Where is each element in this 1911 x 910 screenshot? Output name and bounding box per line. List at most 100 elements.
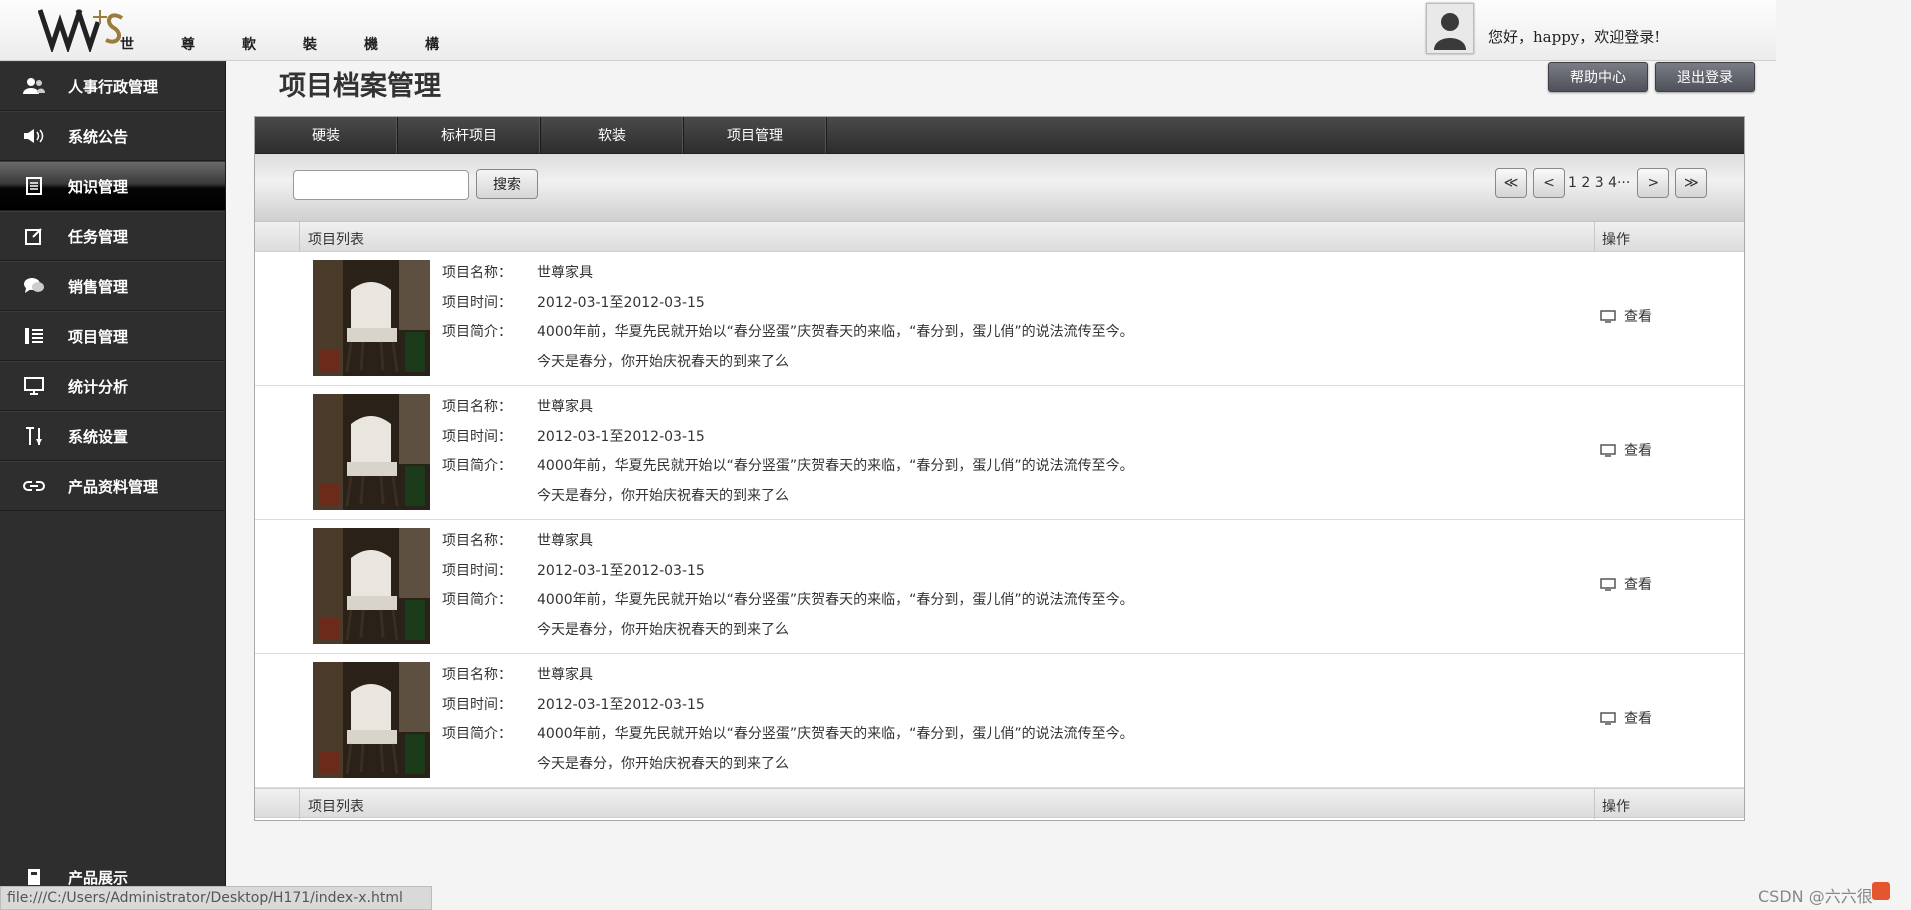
monitor-small-icon [1600, 711, 1616, 725]
sidebar-item-sales[interactable]: 销售管理 [0, 261, 225, 311]
project-panel: 硬装 标杆项目 软装 项目管理 搜索 ≪ < 1 2 3 4··· > ≫ 项目… [254, 116, 1745, 821]
project-name: 世尊家具 [537, 265, 593, 281]
monitor-small-icon [1600, 577, 1616, 591]
tab-bar: 硬装 标杆项目 软装 项目管理 [255, 117, 1744, 154]
toolbar: 搜索 ≪ < 1 2 3 4··· > ≫ [255, 154, 1744, 222]
logo-char: 構 [425, 37, 439, 53]
sidebar-item-settings[interactable]: 系统设置 [0, 411, 225, 461]
divider [1594, 222, 1595, 252]
list-header-action: 操作 [1602, 232, 1630, 248]
last-page-button[interactable]: ≫ [1675, 168, 1708, 198]
view-button[interactable]: 查看 [1600, 306, 1652, 326]
project-name: 世尊家具 [537, 533, 593, 549]
greeting-text: 您好，happy，欢迎登录! [1488, 28, 1661, 46]
edit-icon [0, 227, 68, 245]
browser-status-url: file:///C:/Users/Administrator/Desktop/H… [0, 886, 432, 910]
tab-project-management[interactable]: 项目管理 [684, 117, 827, 153]
project-intro-label: 项目简介： [442, 324, 512, 340]
prev-page-button[interactable]: < [1533, 168, 1565, 198]
project-thumbnail[interactable] [313, 528, 430, 644]
project-intro-line2: 今天是春分，你开始庆祝春天的到来了么 [537, 354, 789, 370]
view-label: 查看 [1624, 443, 1652, 459]
project-intro-label: 项目简介： [442, 458, 512, 474]
sidebar-item-label: 销售管理 [68, 277, 129, 296]
logo-char: 機 [364, 37, 378, 53]
tab-benchmark[interactable]: 标杆项目 [398, 117, 541, 153]
search-button[interactable]: 搜索 [476, 169, 538, 199]
project-time: 2012-03-1至2012-03-15 [537, 295, 705, 311]
list-header-title: 项目列表 [308, 232, 364, 248]
project-intro-line2: 今天是春分，你开始庆祝春天的到来了么 [537, 756, 789, 772]
double-chevron-left-icon: ≪ [1503, 175, 1519, 191]
link-icon [0, 479, 68, 493]
sidebar-item-product-data[interactable]: 产品资料管理 [0, 461, 225, 511]
sidebar-item-label: 人事行政管理 [68, 77, 159, 96]
project-intro: 4000年前，华夏先民就开始以“春分竖蛋”庆贺春天的来临，“春分到，蛋儿俏”的说… [537, 458, 1134, 474]
project-name: 世尊家具 [537, 399, 593, 415]
list-item: 项目名称： 世尊家具 项目时间： 2012-03-1至2012-03-15 项目… [255, 386, 1744, 520]
chevron-right-icon: > [1647, 175, 1660, 191]
next-page-button[interactable]: > [1637, 168, 1670, 198]
project-time-label: 项目时间： [442, 697, 512, 713]
sidebar-item-label: 项目管理 [68, 327, 129, 346]
document-icon [0, 177, 68, 195]
sidebar-item-project[interactable]: 项目管理 [0, 311, 225, 361]
project-intro: 4000年前，华夏先民就开始以“春分竖蛋”庆贺春天的来临，“春分到，蛋儿俏”的说… [537, 592, 1134, 608]
list-item: 项目名称： 世尊家具 项目时间： 2012-03-1至2012-03-15 项目… [255, 654, 1744, 788]
double-chevron-right-icon: ≫ [1684, 175, 1699, 191]
list-icon [0, 327, 68, 345]
tab-softcover[interactable]: 软装 [541, 117, 684, 153]
sidebar-item-label: 系统设置 [68, 427, 129, 446]
list-footer: 项目列表 操作 [255, 788, 1744, 819]
logo-chars: 世 尊 軟 裝 機 構 [120, 34, 486, 54]
sidebar-item-task[interactable]: 任务管理 [0, 211, 225, 261]
project-thumbnail[interactable] [313, 260, 430, 376]
divider [299, 789, 300, 819]
view-button[interactable]: 查看 [1600, 574, 1652, 594]
logo-char: 世 [120, 37, 134, 53]
list-footer-title: 项目列表 [308, 799, 364, 815]
logo-char: 尊 [181, 37, 195, 53]
chat-icon [0, 277, 68, 295]
book-icon [0, 868, 68, 886]
view-label: 查看 [1624, 711, 1652, 727]
page-numbers[interactable]: 1 2 3 4··· [1568, 175, 1630, 191]
tab-hardcover[interactable]: 硬装 [255, 117, 398, 153]
tools-icon [0, 426, 68, 446]
browser-extension-icon[interactable] [1872, 882, 1890, 900]
logo-char: 裝 [303, 37, 317, 53]
sidebar-item-label: 统计分析 [68, 377, 129, 396]
view-button[interactable]: 查看 [1600, 440, 1652, 460]
project-intro: 4000年前，华夏先民就开始以“春分竖蛋”庆贺春天的来临，“春分到，蛋儿俏”的说… [537, 726, 1134, 742]
project-thumbnail[interactable] [313, 394, 430, 510]
project-intro-label: 项目简介： [442, 592, 512, 608]
avatar[interactable] [1426, 3, 1474, 54]
project-thumbnail[interactable] [313, 662, 430, 778]
sidebar-item-label: 系统公告 [68, 127, 129, 146]
project-intro-line2: 今天是春分，你开始庆祝春天的到来了么 [537, 622, 789, 638]
project-name-label: 项目名称： [442, 533, 512, 549]
logout-button[interactable]: 退出登录 [1655, 62, 1755, 92]
view-label: 查看 [1624, 309, 1652, 325]
search-input[interactable] [293, 170, 469, 200]
project-time-label: 项目时间： [442, 429, 512, 445]
help-center-button[interactable]: 帮助中心 [1548, 62, 1648, 92]
monitor-small-icon [1600, 443, 1616, 457]
view-button[interactable]: 查看 [1600, 708, 1652, 728]
pagination: ≪ < 1 2 3 4··· > ≫ [1495, 168, 1708, 198]
project-time: 2012-03-1至2012-03-15 [537, 697, 705, 713]
project-time: 2012-03-1至2012-03-15 [537, 429, 705, 445]
sidebar-item-hr[interactable]: 人事行政管理 [0, 61, 225, 111]
first-page-button[interactable]: ≪ [1495, 168, 1527, 198]
project-name-label: 项目名称： [442, 399, 512, 415]
project-name-label: 项目名称： [442, 667, 512, 683]
sidebar-item-announcement[interactable]: 系统公告 [0, 111, 225, 161]
view-label: 查看 [1624, 577, 1652, 593]
sidebar-item-knowledge[interactable]: 知识管理 [0, 161, 225, 211]
divider [299, 222, 300, 252]
project-intro: 4000年前，华夏先民就开始以“春分竖蛋”庆贺春天的来临，“春分到，蛋儿俏”的说… [537, 324, 1134, 340]
logo-char: 軟 [242, 37, 256, 53]
logo[interactable] [37, 4, 126, 54]
sidebar-item-statistics[interactable]: 统计分析 [0, 361, 225, 411]
list-item: 项目名称： 世尊家具 项目时间： 2012-03-1至2012-03-15 项目… [255, 252, 1744, 386]
